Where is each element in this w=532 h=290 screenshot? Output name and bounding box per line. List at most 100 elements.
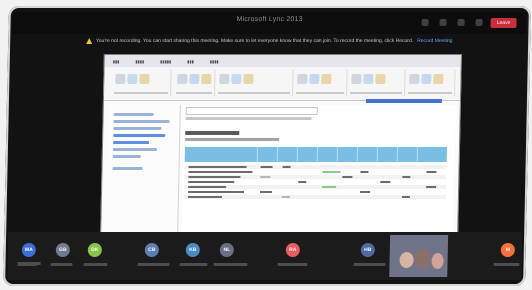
table-cell	[426, 171, 437, 173]
group-label	[114, 92, 169, 94]
ribbon-icon[interactable]	[115, 74, 126, 84]
group-label	[408, 92, 453, 94]
ribbon-icon[interactable]	[421, 74, 432, 84]
table-cell	[188, 191, 245, 193]
navigation-pane	[104, 105, 181, 247]
table-row[interactable]	[183, 195, 446, 199]
person-face	[399, 252, 414, 268]
table-cell	[322, 171, 341, 173]
table-row[interactable]	[184, 185, 447, 189]
tree-item[interactable]	[113, 141, 150, 144]
column-divider	[356, 147, 358, 162]
participant-avatar-1[interactable]: MA	[21, 243, 36, 257]
tree-item[interactable]	[113, 113, 154, 116]
table-row[interactable]	[184, 175, 447, 179]
tree-item[interactable]	[112, 148, 157, 151]
column-divider	[336, 147, 338, 162]
person-face	[431, 253, 444, 269]
ribbon-icon[interactable]	[201, 74, 212, 84]
settings-icon[interactable]	[475, 19, 483, 26]
notice-link[interactable]: Record Meeting	[417, 38, 452, 44]
ribbon-icon[interactable]	[243, 74, 254, 84]
table-cell	[187, 196, 222, 198]
zoom-photo: Microsoft Lync 2013 Leave You're not rec…	[0, 0, 532, 290]
participant-avatar-2[interactable]: GB	[55, 243, 70, 257]
ribbon-icon[interactable]	[127, 74, 138, 84]
ribbon-icon[interactable]	[231, 74, 242, 84]
ribbon-icon[interactable]	[409, 74, 420, 84]
ribbon	[103, 67, 461, 101]
table-cell	[260, 191, 273, 193]
ribbon-tab[interactable]: ▮▮▮	[187, 59, 194, 64]
search-input[interactable]	[185, 107, 318, 115]
ribbon-tab[interactable]: ▮▮▮▮▮	[160, 59, 171, 64]
participant-avatar-8[interactable]: HB	[360, 243, 375, 257]
ribbon-icon[interactable]	[351, 74, 362, 84]
ribbon-icon[interactable]	[321, 74, 332, 84]
table-cell	[298, 181, 307, 183]
table-row[interactable]	[184, 190, 446, 194]
person-face	[414, 249, 431, 269]
ribbon-tab[interactable]: ▮▮▮▮	[210, 59, 219, 64]
tree-item[interactable]	[113, 120, 170, 123]
ribbon-icon[interactable]	[139, 74, 150, 84]
participant-avatar-3[interactable]: DK	[87, 243, 102, 257]
participant-avatar-4[interactable]: CB	[144, 243, 159, 257]
table-row[interactable]	[184, 165, 447, 169]
tree-item[interactable]	[112, 155, 141, 158]
ribbon-tab[interactable]: ▮▮▮▮	[135, 59, 144, 64]
participant-avatar-7[interactable]: RA	[285, 243, 300, 257]
table-row[interactable]	[184, 170, 446, 174]
highlight-strip	[365, 99, 442, 103]
table-cell	[322, 186, 337, 188]
column-divider	[396, 147, 398, 162]
participant-name-3	[83, 263, 108, 266]
group-label	[218, 92, 291, 94]
zoom-top-bar: Microsoft Lync 2013 Leave	[12, 12, 527, 34]
table-header	[184, 147, 447, 162]
ribbon-icon[interactable]	[363, 74, 374, 84]
ribbon-icon[interactable]	[189, 74, 200, 84]
table-cell	[360, 171, 369, 173]
participant-name-6	[213, 263, 248, 266]
ribbon-group	[348, 70, 406, 96]
participant-avatar-9[interactable]: M	[500, 243, 515, 257]
participant-avatar-5[interactable]: KB	[185, 243, 200, 257]
minimize-icon[interactable]	[421, 19, 429, 26]
tree-item[interactable]	[112, 167, 143, 170]
group-label	[176, 92, 213, 94]
table-cell	[188, 186, 227, 188]
ribbon-icon[interactable]	[375, 74, 386, 84]
ribbon-icon[interactable]	[297, 74, 308, 84]
maximize-icon[interactable]	[439, 19, 447, 26]
share-icon[interactable]	[457, 19, 465, 26]
group-label	[296, 92, 345, 94]
ribbon-group	[216, 70, 294, 96]
table-cell	[188, 176, 241, 178]
participant-name-8	[353, 263, 386, 266]
shared-screen: ▮▮▮ ▮▮▮▮ ▮▮▮▮▮ ▮▮▮ ▮▮▮▮	[99, 54, 462, 252]
top-controls	[421, 19, 483, 26]
camera-video	[389, 235, 449, 277]
ribbon-icon[interactable]	[309, 74, 320, 84]
ribbon-icon[interactable]	[219, 74, 230, 84]
column-divider	[296, 147, 298, 162]
tree-item[interactable]	[113, 127, 162, 130]
table-cell	[282, 166, 291, 168]
table-row[interactable]	[184, 180, 446, 184]
tree-item-selected[interactable]	[113, 134, 166, 137]
table-cell	[402, 176, 411, 178]
participant-name-4	[137, 263, 170, 266]
leave-button[interactable]: Leave	[490, 18, 517, 28]
table-cell	[342, 176, 353, 178]
ribbon-group	[406, 70, 456, 96]
participant-name-7	[277, 263, 308, 266]
column-divider	[376, 147, 378, 162]
participant-strip: MA GB DK CB KB NL RA HB M	[7, 232, 523, 280]
participant-avatar-6[interactable]: NL	[219, 243, 234, 257]
notice-text: You're not recording. You can start shar…	[95, 38, 414, 44]
ribbon-tab[interactable]: ▮▮▮	[113, 59, 120, 64]
table-cell	[426, 186, 437, 188]
ribbon-icon[interactable]	[177, 74, 188, 84]
ribbon-icon[interactable]	[433, 74, 444, 84]
